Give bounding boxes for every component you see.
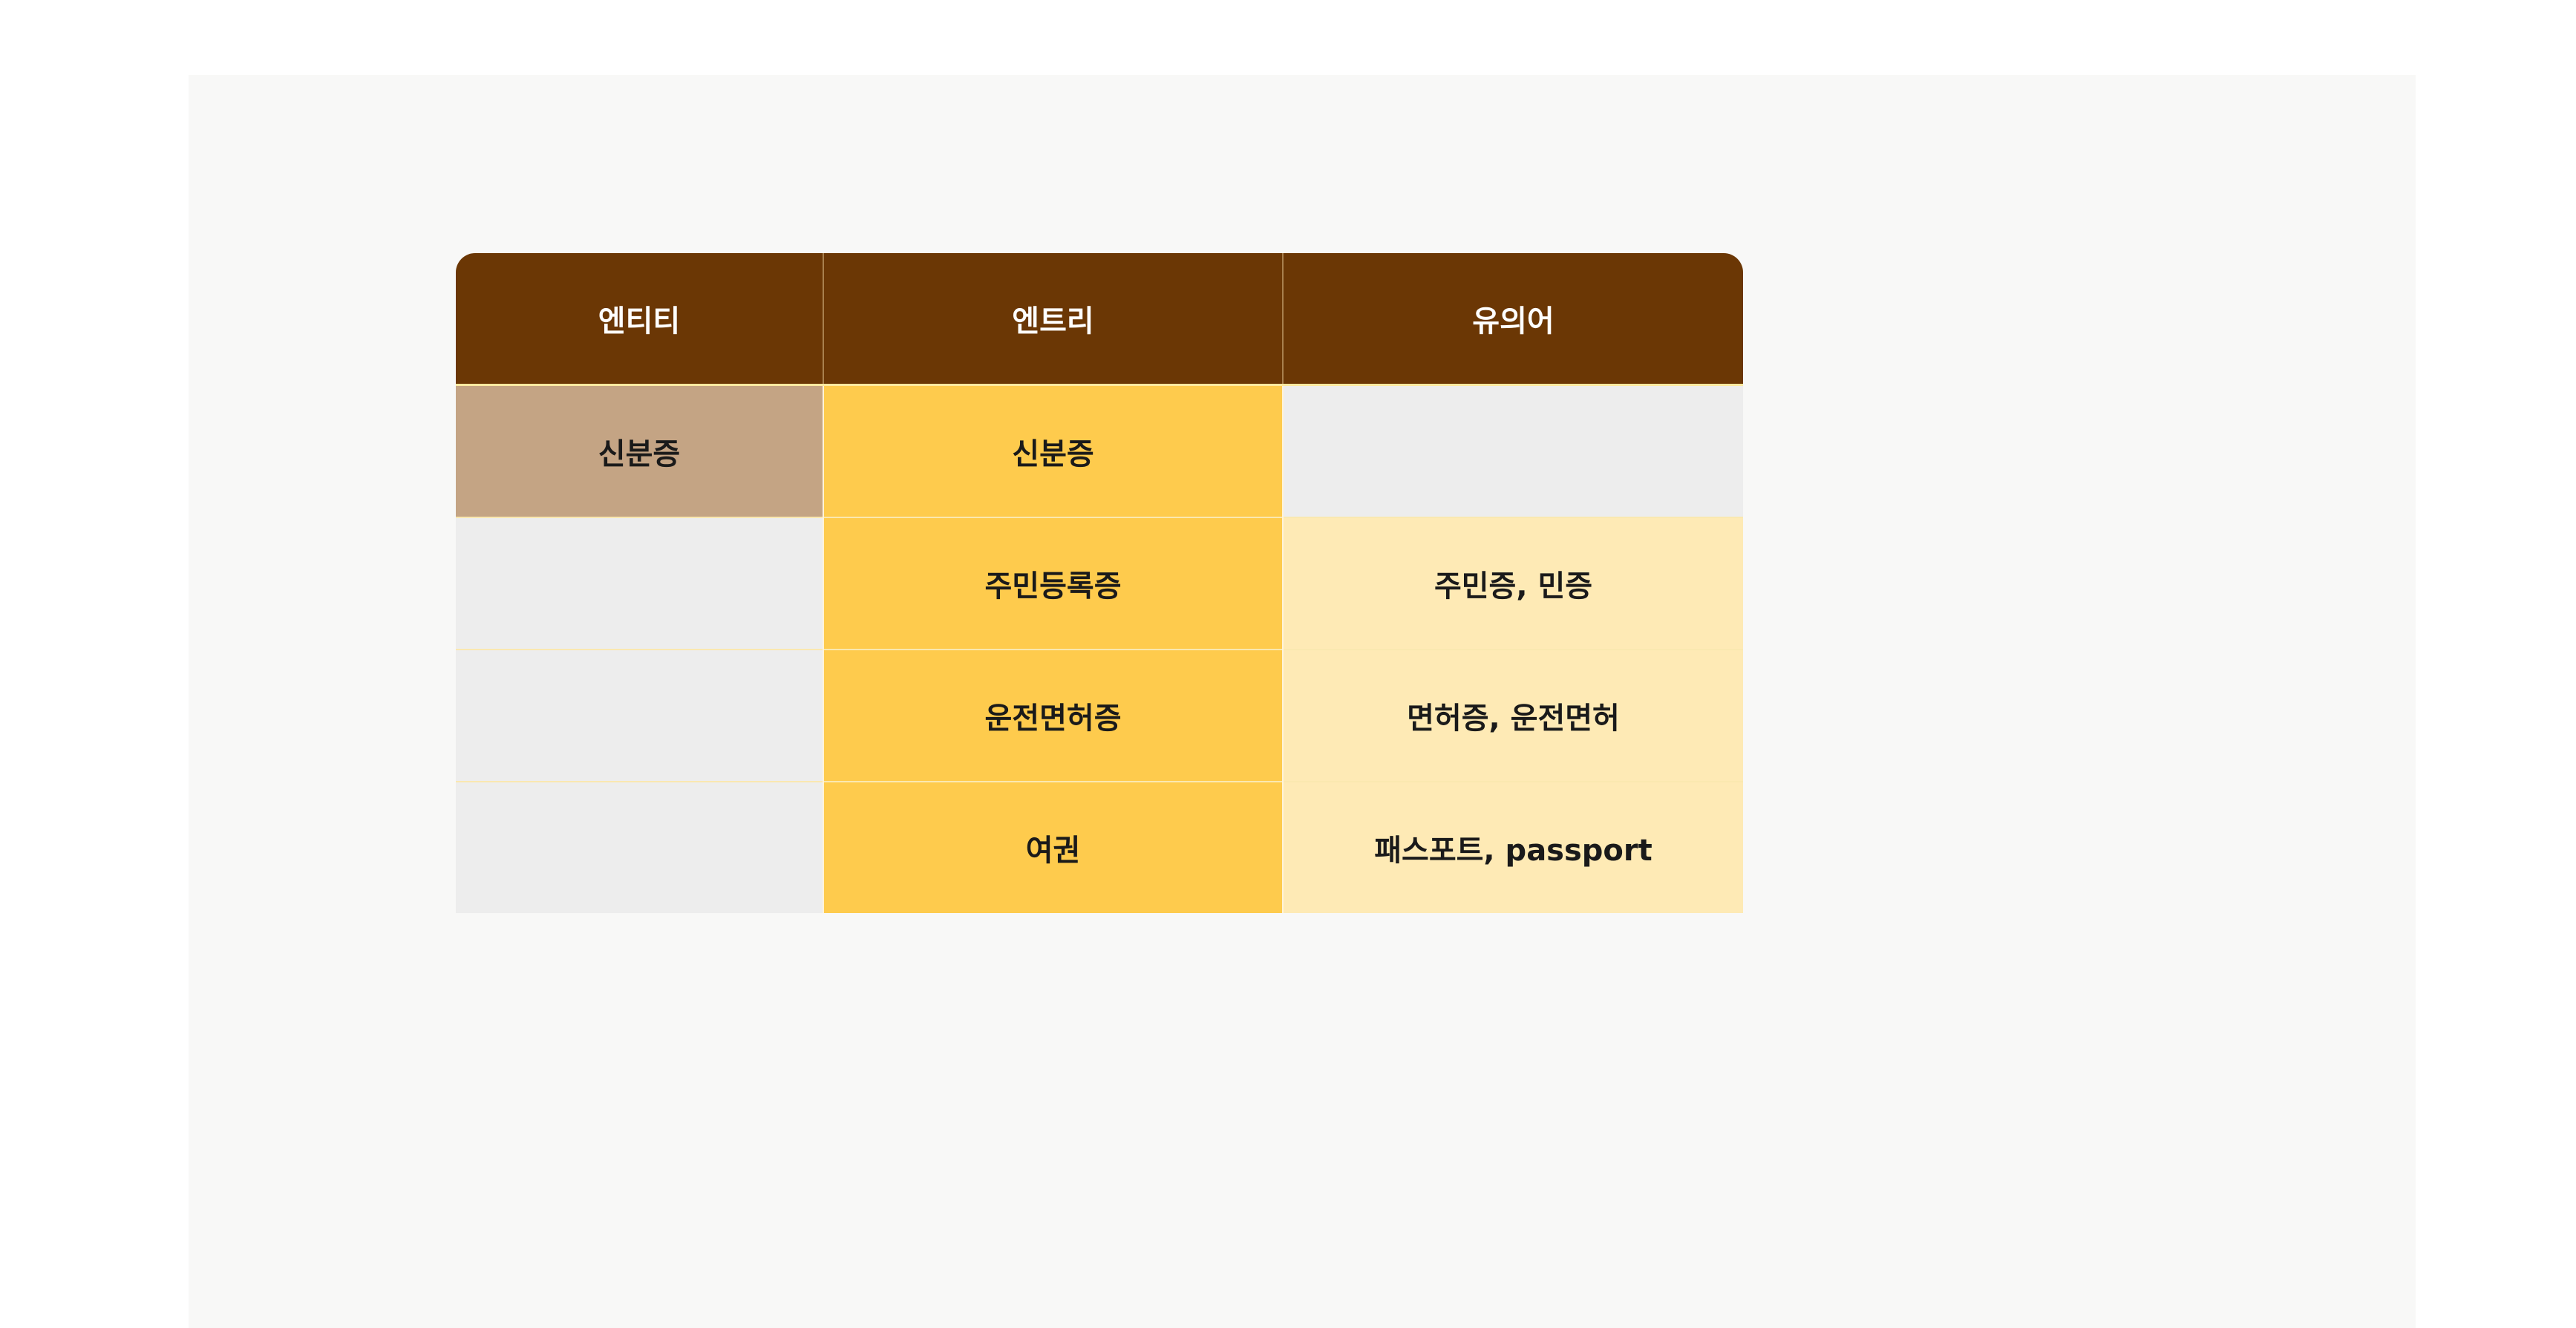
table-header: 엔티티 엔트리 유의어 <box>456 253 1743 385</box>
entry-cell: 신분증 <box>823 384 1284 517</box>
table-row: 여권 패스포트, passport <box>456 781 1743 913</box>
synonym-cell: 면허증, 운전면허 <box>1283 649 1743 782</box>
entity-entry-synonym-table: 엔티티 엔트리 유의어 신분증 신분증 주민등록증 주민증, 민증 운전면허증 … <box>456 253 1743 913</box>
header-synonym: 유의어 <box>1283 253 1743 385</box>
entity-cell <box>456 517 824 650</box>
table-row: 운전면허증 면허증, 운전면허 <box>456 649 1743 782</box>
entry-cell: 운전면허증 <box>823 649 1284 782</box>
synonym-cell <box>1283 384 1743 517</box>
synonym-cell: 주민증, 민증 <box>1283 517 1743 650</box>
synonym-cell: 패스포트, passport <box>1283 781 1743 913</box>
entry-cell: 주민등록증 <box>823 517 1284 650</box>
table-row: 주민등록증 주민증, 민증 <box>456 517 1743 650</box>
table-row: 신분증 신분증 <box>456 384 1743 517</box>
entity-cell <box>456 649 824 782</box>
header-row: 엔티티 엔트리 유의어 <box>456 253 1743 385</box>
entry-cell: 여권 <box>823 781 1284 913</box>
header-entity: 엔티티 <box>456 253 824 385</box>
entity-cell: 신분증 <box>456 384 824 517</box>
entity-cell <box>456 781 824 913</box>
header-entry: 엔트리 <box>823 253 1284 385</box>
table-body: 신분증 신분증 주민등록증 주민증, 민증 운전면허증 면허증, 운전면허 여권… <box>456 384 1743 913</box>
